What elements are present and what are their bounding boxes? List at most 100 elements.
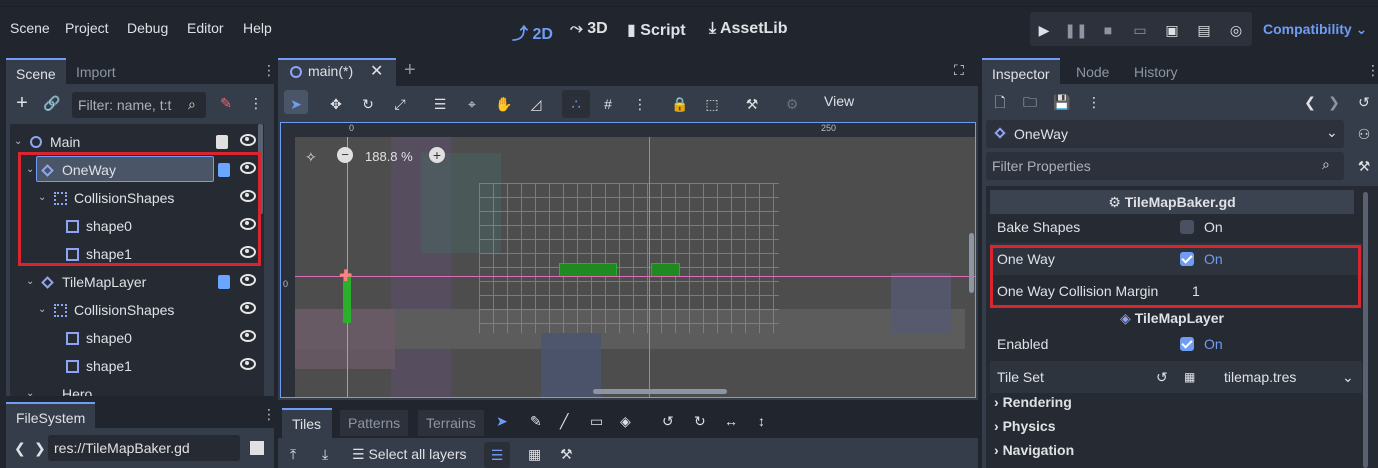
filter-properties-input[interactable]: Filter Properties ⌕ [986, 152, 1344, 180]
play-custom-scene-icon[interactable]: ▤ [1194, 20, 1214, 40]
select-mode-icon[interactable]: ➤ [285, 93, 307, 115]
menu-debug[interactable]: Debug [127, 20, 168, 36]
history-back-icon[interactable]: ❮ [1300, 92, 1320, 112]
back-icon[interactable]: ❮ [14, 440, 26, 457]
tab-tiles[interactable]: Tiles [282, 408, 332, 438]
attach-script-icon[interactable]: ✎ [216, 93, 236, 113]
rotate-mode-icon[interactable]: ↻ [357, 93, 379, 115]
group-rendering[interactable]: › Rendering [994, 394, 1072, 410]
snap-options-icon[interactable]: ⋮ [629, 93, 651, 115]
close-icon[interactable]: ✕ [370, 61, 383, 81]
play-icon[interactable]: ▶ [1034, 20, 1054, 40]
enabled-checkbox[interactable] [1180, 337, 1194, 351]
view-menu[interactable]: View [824, 93, 854, 109]
lock-icon[interactable]: 🔒 [669, 93, 691, 115]
section-tilemaplayer[interactable]: ◈ TileMapLayer [990, 308, 1354, 328]
select-tool-icon[interactable]: ➤ [496, 413, 508, 430]
select-all-layers-button[interactable]: ☰ Select all layers [352, 446, 467, 463]
pivot-icon[interactable]: ⌖ [461, 93, 483, 115]
tab-history[interactable]: History [1124, 58, 1188, 86]
dock-menu-icon[interactable]: ⋮ [1366, 62, 1378, 79]
workspace-assetlib-button[interactable]: ⤓ AssetLib [709, 20, 788, 38]
group-navigation[interactable]: › Navigation [994, 442, 1074, 458]
tree-row-shape0-2[interactable]: shape0 [10, 324, 272, 352]
node-doc-icon[interactable]: ⚇ [1354, 124, 1374, 144]
workspace-script-button[interactable]: ▮ Script [627, 20, 686, 40]
script-icon[interactable] [218, 275, 230, 289]
flip-v-icon[interactable]: ↕ [758, 413, 765, 429]
line-tool-icon[interactable]: ╱ [560, 413, 568, 430]
visibility-eye-icon[interactable] [240, 134, 256, 146]
tile-set-resource[interactable]: tilemap.tres [1224, 361, 1296, 393]
tab-import[interactable]: Import [66, 58, 126, 86]
pause-icon[interactable]: ❚❚ [1064, 20, 1087, 40]
inspector-menu-icon[interactable]: ⋮ [1084, 92, 1104, 112]
tab-patterns[interactable]: Patterns [340, 410, 409, 436]
group-physics[interactable]: › Physics [994, 418, 1056, 434]
workspace-2d-button[interactable]: ⤴ 2D [512, 20, 553, 44]
workspace-3d-button[interactable]: ⤳ 3D [570, 20, 608, 38]
forward-icon[interactable]: ❯ [34, 440, 46, 457]
chevron-down-icon[interactable]: ⌄ [26, 268, 34, 296]
movie-maker-icon[interactable]: ◎ [1226, 20, 1246, 40]
tab-terrains[interactable]: Terrains [418, 410, 484, 436]
dock-menu-icon[interactable]: ⋮ [262, 406, 276, 423]
smart-snap-icon[interactable]: ∴ [565, 93, 587, 115]
object-history-icon[interactable]: ↺ [1354, 92, 1374, 112]
menu-scene[interactable]: Scene [10, 20, 50, 36]
tools-icon[interactable]: ⚒ [560, 446, 573, 463]
rect-tool-icon[interactable]: ▭ [590, 413, 603, 430]
move-mode-icon[interactable]: ✥ [325, 93, 347, 115]
add-node-icon[interactable]: + [12, 93, 32, 113]
tab-main-scene[interactable]: main(*) ✕ [278, 58, 396, 86]
scale-mode-icon[interactable]: ⤢ [389, 93, 411, 115]
bake-shapes-checkbox[interactable] [1180, 220, 1194, 234]
rotate-left-icon[interactable]: ↺ [662, 413, 674, 430]
center-view-icon[interactable]: ✧ [305, 149, 317, 166]
new-resource-icon[interactable]: 🗋 [990, 92, 1010, 112]
group-icon[interactable]: ⬚ [701, 93, 723, 115]
visibility-eye-icon[interactable] [240, 358, 256, 370]
rotate-right-icon[interactable]: ↻ [694, 413, 706, 430]
distraction-free-icon[interactable]: ⛶ [954, 62, 964, 79]
tree-row-collisionshapes-2[interactable]: ⌄ CollisionShapes [10, 296, 272, 324]
open-folder-icon[interactable]: 🗀 [1020, 92, 1040, 112]
layer-up-icon[interactable]: ⤒ [290, 446, 296, 463]
list-select-icon[interactable]: ☰ [429, 93, 451, 115]
bucket-tool-icon[interactable]: ◈ [620, 413, 631, 430]
paint-tool-icon[interactable]: ✎ [530, 413, 542, 430]
history-forward-icon[interactable]: ❯ [1324, 92, 1344, 112]
toggle-split-icon[interactable] [250, 441, 264, 455]
renderer-select[interactable]: Compatibility ⌄ [1263, 21, 1367, 38]
grid-toggle-icon[interactable]: ▦ [528, 446, 541, 463]
add-tab-icon[interactable]: + [404, 59, 416, 82]
chevron-down-icon[interactable]: ⌄ [1342, 361, 1354, 393]
save-icon[interactable]: 💾 [1052, 92, 1072, 112]
tab-node[interactable]: Node [1066, 58, 1119, 86]
menu-help[interactable]: Help [243, 20, 272, 36]
canvas-viewport[interactable]: 0 250 0 ✚ ✧ − 188.8 % + [280, 122, 976, 398]
zoom-in-icon[interactable]: + [429, 147, 445, 163]
chevron-down-icon[interactable]: ⌄ [38, 296, 46, 324]
property-filter-icon[interactable]: ⚒ [1354, 156, 1374, 176]
h-scrollbar[interactable] [593, 389, 727, 394]
layer-down-icon[interactable]: ⤓ [322, 446, 328, 463]
pan-icon[interactable]: ✋ [493, 93, 515, 115]
v-scrollbar[interactable] [969, 233, 974, 293]
bone-icon[interactable]: ⚒ [741, 93, 763, 115]
tab-inspector[interactable]: Inspector [982, 58, 1060, 86]
remote-debug-icon[interactable]: ▭ [1130, 20, 1150, 40]
tree-row-shape1-2[interactable]: shape1 [10, 352, 272, 380]
tab-scene[interactable]: Scene [6, 58, 66, 86]
visibility-eye-icon[interactable] [240, 274, 256, 286]
script-icon[interactable] [216, 135, 228, 149]
ruler-icon[interactable]: ◿ [525, 93, 547, 115]
visibility-eye-icon[interactable] [240, 302, 256, 314]
zoom-out-icon[interactable]: − [337, 147, 353, 163]
path-field[interactable]: res://TileMapBaker.gd [48, 435, 240, 461]
play-scene-icon[interactable]: ▣ [1162, 20, 1182, 40]
visibility-eye-icon[interactable] [240, 330, 256, 342]
reload-icon[interactable]: ↺ [1156, 361, 1168, 393]
dock-menu-icon[interactable]: ⋮ [262, 62, 276, 79]
tree-row-hero[interactable]: ⌄ Hero [10, 380, 272, 396]
